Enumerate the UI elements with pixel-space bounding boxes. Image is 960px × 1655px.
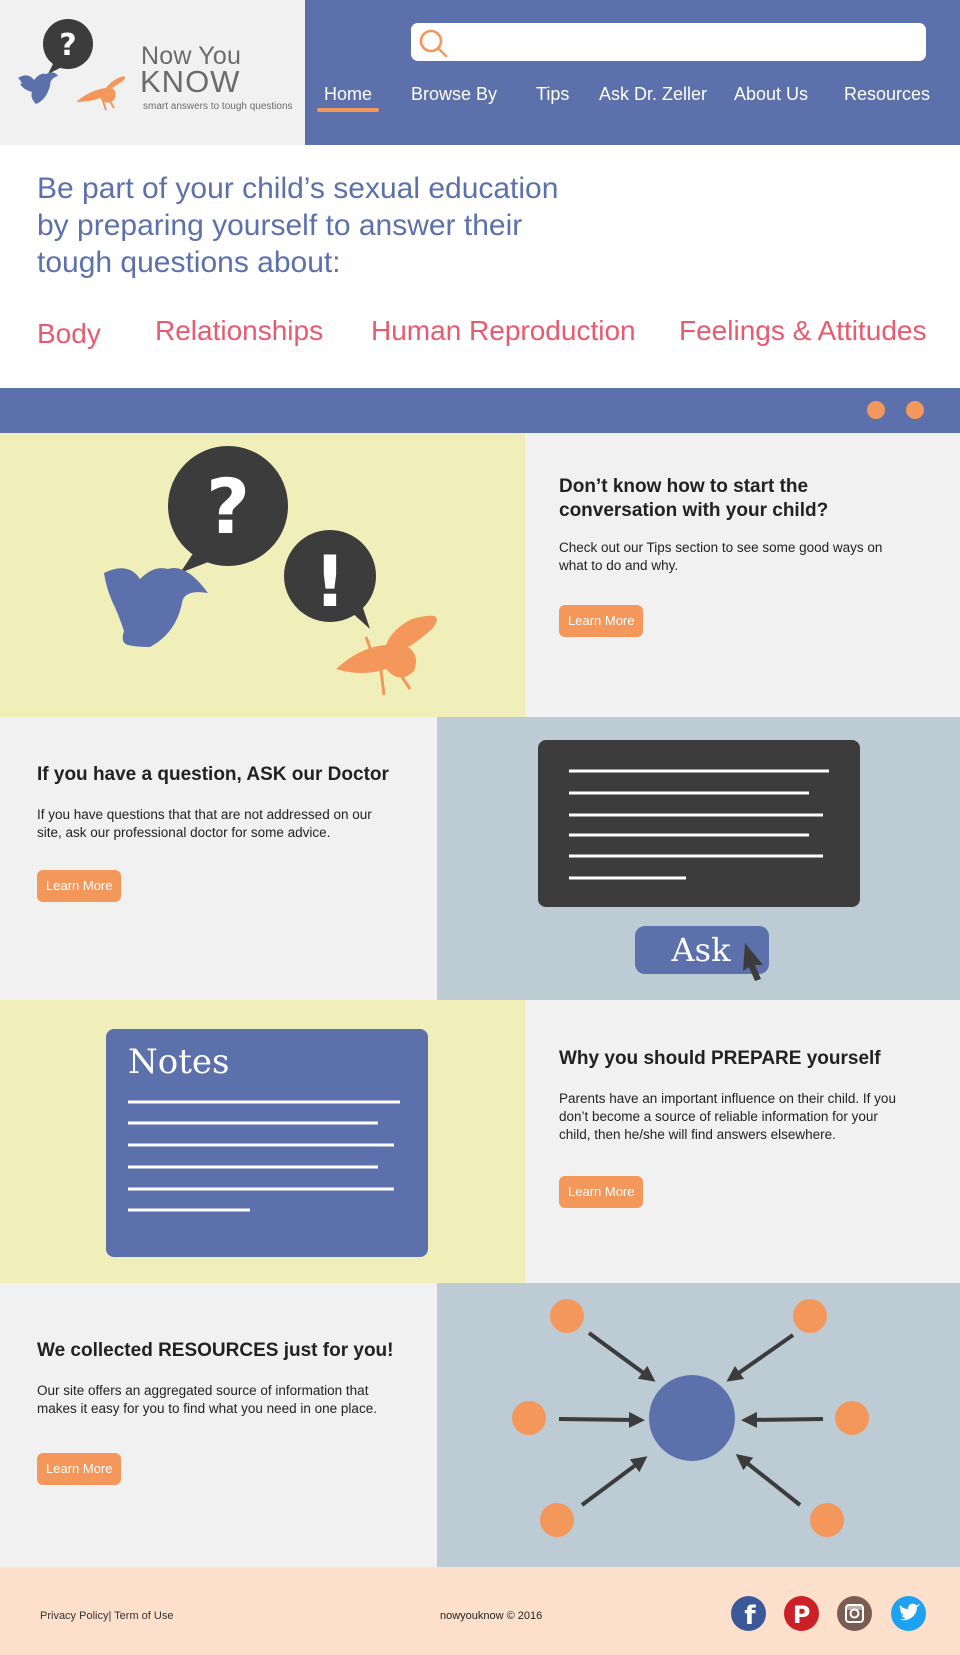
notes-illustration-icon: Notes: [106, 1029, 428, 1257]
section1-body-line: what to do and why.: [559, 558, 679, 573]
resource-hub-illustration-icon: [512, 1299, 869, 1537]
section1-body-line: Check out our Tips section to see some g…: [559, 540, 883, 555]
intro-line: tough questions about:: [37, 246, 341, 279]
section4-body: Our site offers an aggregated source of …: [37, 1382, 377, 1418]
intro-line: Be part of your child’s sexual education: [37, 172, 559, 205]
conversation-illustration-icon: ? !: [104, 446, 437, 696]
section3-body-line: Parents have an important influence on t…: [559, 1091, 896, 1106]
learn-more-prepare-button[interactable]: Learn More: [559, 1176, 644, 1208]
twitter-icon[interactable]: [891, 1596, 926, 1631]
carousel-dot-2[interactable]: [906, 401, 924, 419]
svg-text:?: ?: [59, 28, 76, 63]
section1-title: Don’t know how to start the conversation…: [559, 475, 828, 523]
carousel-bar: [0, 388, 960, 433]
section3-body-line: child, then he/she will find answers els…: [559, 1127, 836, 1142]
section1-illustration: ? !: [0, 433, 525, 717]
intro-heading: Be part of your child’s sexual education…: [37, 170, 597, 281]
carousel-dot-1[interactable]: [867, 401, 885, 419]
logo[interactable]: ? Now You KNOW smart answers to tough qu…: [0, 0, 305, 145]
learn-more-tips-button[interactable]: Learn More: [559, 605, 644, 637]
question-form-illustration-icon: Ask: [538, 740, 860, 981]
nav-ask-dr-zeller[interactable]: Ask Dr. Zeller: [599, 84, 707, 105]
section3-body-line: don’t become a source of reliable inform…: [559, 1109, 878, 1124]
topic-human-reproduction[interactable]: Human Reproduction: [371, 315, 636, 347]
footer-policy-links[interactable]: Privacy Policy| Term of Use: [40, 1610, 173, 1622]
section4-content: [0, 1283, 437, 1567]
section3-body: Parents have an important influence on t…: [559, 1090, 896, 1144]
section4-body-line: Our site offers an aggregated source of …: [37, 1383, 369, 1398]
section4-title: We collected RESOURCES just for you!: [37, 1340, 394, 1361]
notes-illustration-title: Notes: [128, 1042, 229, 1082]
section4-body-line: makes it easy for you to find what you n…: [37, 1401, 377, 1416]
brand-tagline: smart answers to tough questions: [143, 101, 293, 112]
nav-about-us[interactable]: About Us: [734, 84, 808, 105]
learn-more-ask-button[interactable]: Learn More: [37, 870, 122, 902]
search-icon[interactable]: [417, 27, 449, 59]
section4-illustration: [437, 1283, 960, 1567]
svg-text:?: ?: [206, 462, 250, 551]
header: ? Now You KNOW smart answers to tough qu…: [0, 0, 960, 145]
nav-resources[interactable]: Resources: [844, 84, 930, 105]
section1-body: Check out our Tips section to see some g…: [559, 539, 882, 575]
section1-title-line: Don’t know how to start the: [559, 476, 809, 497]
section2-content: [0, 717, 437, 1000]
page: ? Now You KNOW smart answers to tough qu…: [0, 0, 960, 1655]
logo-mark-icon: ?: [18, 19, 126, 111]
topic-relationships[interactable]: Relationships: [155, 315, 323, 347]
ask-illustration-label: Ask: [671, 931, 732, 969]
brand-name-line2: KNOW: [140, 64, 241, 99]
pinterest-icon[interactable]: P: [784, 1596, 819, 1631]
nav-home[interactable]: Home: [324, 84, 372, 105]
section2-body-line: site, ask our professional doctor for so…: [37, 825, 331, 840]
svg-text:f: f: [744, 1601, 756, 1631]
nav-active-indicator: [317, 108, 379, 112]
svg-text:P: P: [793, 1601, 811, 1629]
intro-line: by preparing yourself to answer their: [37, 209, 523, 242]
facebook-icon[interactable]: f: [731, 1596, 766, 1631]
svg-text:!: !: [314, 541, 346, 623]
section3-illustration: Notes: [0, 1000, 525, 1283]
instagram-icon[interactable]: [837, 1596, 872, 1631]
nav-tips[interactable]: Tips: [536, 84, 569, 105]
search-input[interactable]: [411, 23, 926, 61]
section2-illustration: Ask: [437, 717, 960, 1000]
nav-browse-by[interactable]: Browse By: [411, 84, 497, 105]
section2-title: If you have a question, ASK our Doctor: [37, 764, 389, 785]
navigation-bar: [305, 0, 960, 145]
section2-body-line: If you have questions that that are not …: [37, 807, 372, 822]
topic-body[interactable]: Body: [37, 318, 101, 350]
topic-feelings-attitudes[interactable]: Feelings & Attitudes: [679, 315, 926, 347]
footer-copyright: nowyouknow © 2016: [440, 1610, 543, 1622]
section2-body: If you have questions that that are not …: [37, 806, 372, 842]
section3-title: Why you should PREPARE yourself: [559, 1048, 881, 1069]
learn-more-resources-button[interactable]: Learn More: [37, 1453, 122, 1485]
section1-title-line: conversation with your child?: [559, 500, 829, 521]
